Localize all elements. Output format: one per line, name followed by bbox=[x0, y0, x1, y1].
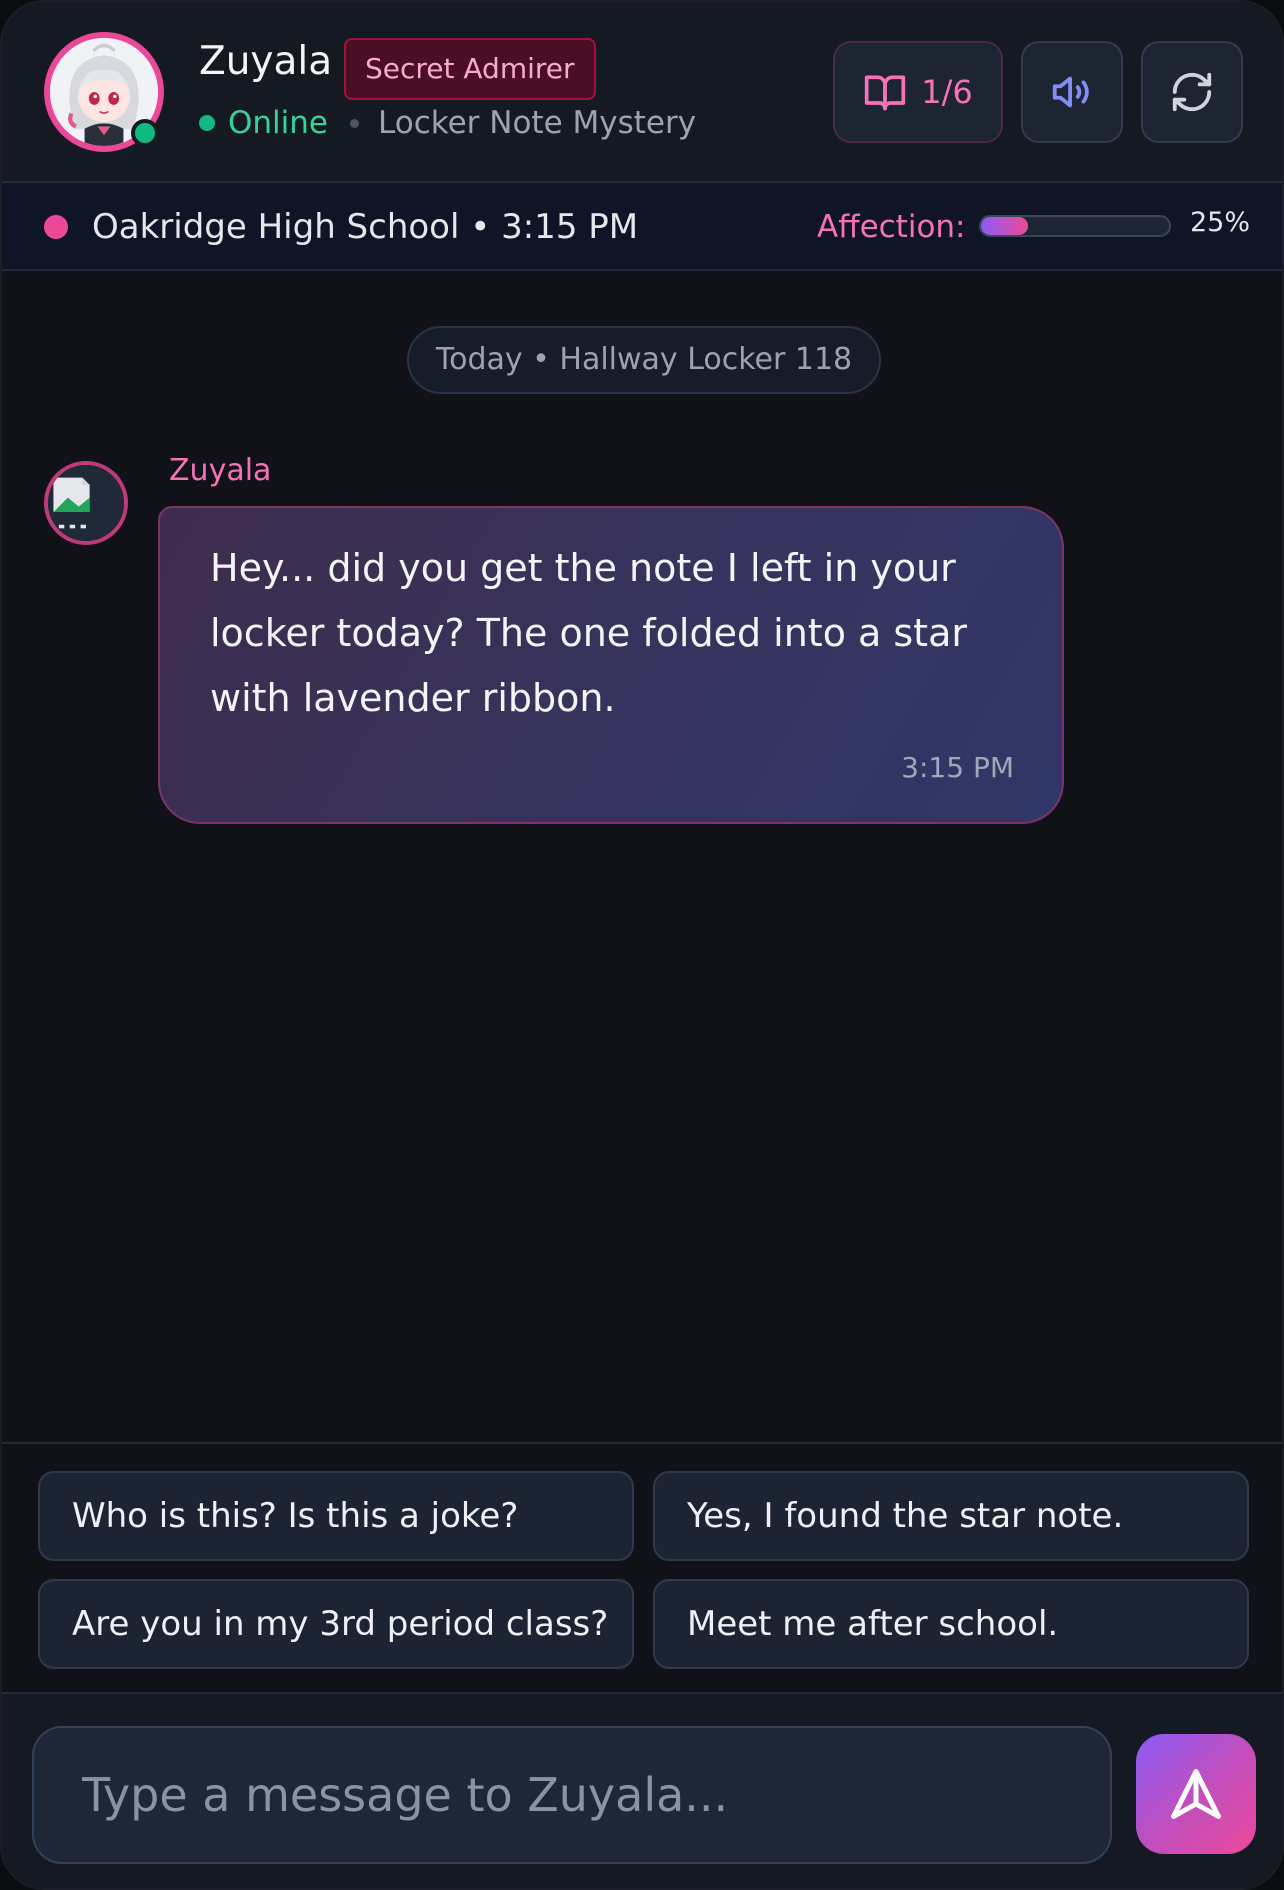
message-time: 3:15 PM bbox=[901, 751, 1014, 784]
story-title: Locker Note Mystery bbox=[378, 105, 697, 141]
send-button[interactable] bbox=[1136, 1734, 1256, 1854]
character-name: Zuyala bbox=[199, 39, 333, 84]
story-progress-button[interactable]: 1/6 bbox=[833, 41, 1003, 143]
restart-button[interactable] bbox=[1141, 41, 1243, 143]
scene-location-time: Oakridge High School • 3:15 PM bbox=[92, 207, 639, 247]
audio-button[interactable] bbox=[1021, 41, 1123, 143]
message-input[interactable] bbox=[32, 1726, 1112, 1864]
chat-header: Zuyala Secret Admirer Online Locker Note… bbox=[2, 2, 1282, 183]
progress-label: 1/6 bbox=[921, 73, 973, 111]
send-icon bbox=[1171, 1769, 1221, 1819]
composer-bar bbox=[2, 1692, 1282, 1888]
message-bubble: Hey... did you get the note I left in yo… bbox=[158, 506, 1064, 824]
status-text: Online bbox=[228, 105, 328, 141]
quick-replies: Who is this? Is this a joke? Yes, I foun… bbox=[2, 1442, 1282, 1692]
affection-meter bbox=[979, 215, 1171, 237]
online-indicator bbox=[131, 119, 159, 147]
role-badge: Secret Admirer bbox=[344, 38, 596, 100]
quick-reply-button[interactable]: Yes, I found the star note. bbox=[653, 1471, 1249, 1561]
separator-dot bbox=[350, 118, 359, 128]
affection-meter-fill bbox=[981, 217, 1028, 235]
message-avatar[interactable] bbox=[44, 461, 128, 545]
affection-value: 25% bbox=[1190, 207, 1251, 238]
broken-image-icon bbox=[48, 465, 124, 541]
speaker-icon bbox=[1052, 76, 1089, 108]
date-divider: Today • Hallway Locker 118 bbox=[407, 326, 881, 394]
quick-reply-button[interactable]: Meet me after school. bbox=[653, 1579, 1249, 1669]
scene-dot bbox=[44, 215, 68, 239]
quick-reply-button[interactable]: Who is this? Is this a joke? bbox=[38, 1471, 634, 1561]
message-sender: Zuyala bbox=[169, 453, 272, 488]
book-open-icon bbox=[865, 75, 906, 111]
affection-label: Affection: bbox=[817, 209, 966, 245]
chat-app: Zuyala Secret Admirer Online Locker Note… bbox=[0, 0, 1284, 1890]
scene-bar: Oakridge High School • 3:15 PM Affection… bbox=[2, 183, 1282, 271]
message-text: Hey... did you get the note I left in yo… bbox=[210, 546, 967, 720]
refresh-icon bbox=[1172, 72, 1212, 112]
status-row: Online Locker Note Mystery bbox=[199, 103, 696, 143]
quick-reply-button[interactable]: Are you in my 3rd period class? bbox=[38, 1579, 634, 1669]
status-dot bbox=[199, 115, 215, 131]
